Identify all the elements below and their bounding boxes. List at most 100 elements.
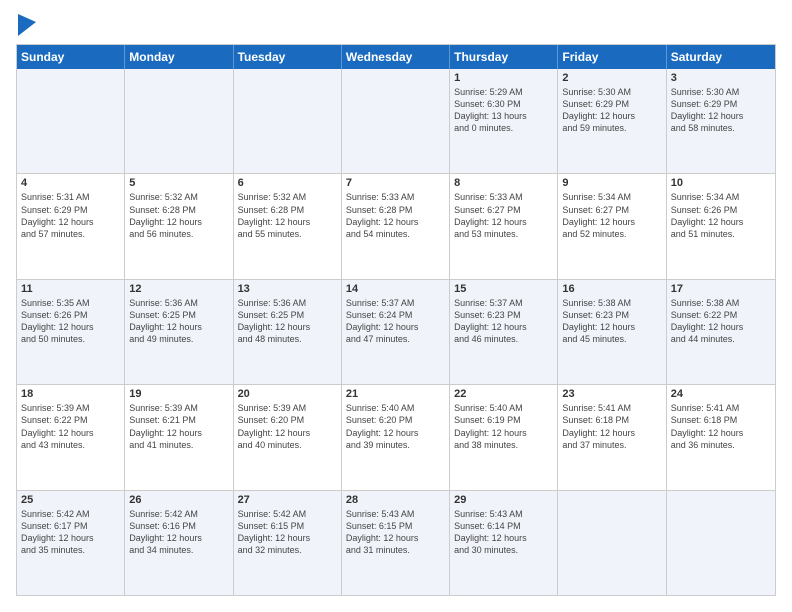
calendar-row-3: 18Sunrise: 5:39 AM Sunset: 6:22 PM Dayli… — [17, 385, 775, 490]
cell-date: 6 — [238, 177, 337, 189]
cell-info: Sunrise: 5:37 AM Sunset: 6:23 PM Dayligh… — [454, 297, 553, 346]
cell-info: Sunrise: 5:38 AM Sunset: 6:23 PM Dayligh… — [562, 297, 661, 346]
calendar-cell: 2 Sunrise: 5:30 AM Sunset: 6:29 PM Daylig… — [558, 69, 666, 173]
cell-date: 15 — [454, 283, 553, 295]
cell-info: Sunrise: 5:35 AM Sunset: 6:26 PM Dayligh… — [21, 297, 120, 346]
cell-date: 21 — [346, 388, 445, 400]
cell-info: Sunrise: 5:39 AM Sunset: 6:21 PM Dayligh… — [129, 402, 228, 451]
cell-date: 27 — [238, 494, 337, 506]
cell-info: Sunrise: 5:29 AM Sunset: 6:30 PM Dayligh… — [454, 86, 553, 135]
logo-icon — [18, 14, 36, 36]
cell-info: Sunrise: 5:30 AM Sunset: 6:29 PM Dayligh… — [671, 86, 771, 135]
calendar-cell: 14 Sunrise: 5:37 AM Sunset: 6:24 PM Dayli… — [342, 280, 450, 384]
cell-info: Sunrise: 5:42 AM Sunset: 6:16 PM Dayligh… — [129, 508, 228, 557]
calendar-cell — [125, 69, 233, 173]
header-day-friday: Friday — [558, 45, 666, 69]
calendar-cell: 15 Sunrise: 5:37 AM Sunset: 6:23 PM Dayli… — [450, 280, 558, 384]
calendar-cell: 8 Sunrise: 5:33 AM Sunset: 6:27 PM Daylig… — [450, 174, 558, 278]
cell-date: 12 — [129, 283, 228, 295]
calendar-cell: 13 Sunrise: 5:36 AM Sunset: 6:25 PM Dayli… — [234, 280, 342, 384]
logo — [16, 16, 36, 36]
cell-info: Sunrise: 5:34 AM Sunset: 6:27 PM Dayligh… — [562, 191, 661, 240]
calendar-cell: 22Sunrise: 5:40 AM Sunset: 6:19 PM Dayli… — [450, 385, 558, 489]
calendar-row-4: 25Sunrise: 5:42 AM Sunset: 6:17 PM Dayli… — [17, 491, 775, 595]
cell-date: 28 — [346, 494, 445, 506]
cell-info: Sunrise: 5:34 AM Sunset: 6:26 PM Dayligh… — [671, 191, 771, 240]
cell-date: 13 — [238, 283, 337, 295]
cell-date: 16 — [562, 283, 661, 295]
calendar: SundayMondayTuesdayWednesdayThursdayFrid… — [16, 44, 776, 596]
calendar-cell: 11 Sunrise: 5:35 AM Sunset: 6:26 PM Dayli… — [17, 280, 125, 384]
calendar-cell — [17, 69, 125, 173]
header-day-saturday: Saturday — [667, 45, 775, 69]
header-day-sunday: Sunday — [17, 45, 125, 69]
cell-date: 3 — [671, 72, 771, 84]
cell-info: Sunrise: 5:36 AM Sunset: 6:25 PM Dayligh… — [129, 297, 228, 346]
calendar-row-0: 1 Sunrise: 5:29 AM Sunset: 6:30 PM Daylig… — [17, 69, 775, 174]
calendar-row-2: 11 Sunrise: 5:35 AM Sunset: 6:26 PM Dayli… — [17, 280, 775, 385]
cell-info: Sunrise: 5:40 AM Sunset: 6:19 PM Dayligh… — [454, 402, 553, 451]
cell-date: 7 — [346, 177, 445, 189]
cell-date: 19 — [129, 388, 228, 400]
cell-date: 24 — [671, 388, 771, 400]
cell-date: 11 — [21, 283, 120, 295]
calendar-cell: 23 Sunrise: 5:41 AM Sunset: 6:18 PM Dayli… — [558, 385, 666, 489]
calendar-cell — [342, 69, 450, 173]
cell-info: Sunrise: 5:33 AM Sunset: 6:27 PM Dayligh… — [454, 191, 553, 240]
cell-date: 14 — [346, 283, 445, 295]
cell-info: Sunrise: 5:43 AM Sunset: 6:14 PM Dayligh… — [454, 508, 553, 557]
logo-text — [16, 16, 36, 36]
header-day-monday: Monday — [125, 45, 233, 69]
calendar-cell: 25Sunrise: 5:42 AM Sunset: 6:17 PM Dayli… — [17, 491, 125, 595]
header-day-wednesday: Wednesday — [342, 45, 450, 69]
calendar-cell: 29Sunrise: 5:43 AM Sunset: 6:14 PM Dayli… — [450, 491, 558, 595]
cell-date: 9 — [562, 177, 661, 189]
calendar-cell: 10Sunrise: 5:34 AM Sunset: 6:26 PM Dayli… — [667, 174, 775, 278]
calendar-cell: 18Sunrise: 5:39 AM Sunset: 6:22 PM Dayli… — [17, 385, 125, 489]
cell-info: Sunrise: 5:39 AM Sunset: 6:20 PM Dayligh… — [238, 402, 337, 451]
cell-info: Sunrise: 5:39 AM Sunset: 6:22 PM Dayligh… — [21, 402, 120, 451]
cell-info: Sunrise: 5:41 AM Sunset: 6:18 PM Dayligh… — [562, 402, 661, 451]
cell-info: Sunrise: 5:40 AM Sunset: 6:20 PM Dayligh… — [346, 402, 445, 451]
calendar-cell: 16 Sunrise: 5:38 AM Sunset: 6:23 PM Dayli… — [558, 280, 666, 384]
calendar-cell: 24 Sunrise: 5:41 AM Sunset: 6:18 PM Dayli… — [667, 385, 775, 489]
cell-date: 17 — [671, 283, 771, 295]
page: SundayMondayTuesdayWednesdayThursdayFrid… — [0, 0, 792, 612]
cell-info: Sunrise: 5:43 AM Sunset: 6:15 PM Dayligh… — [346, 508, 445, 557]
calendar-row-1: 4Sunrise: 5:31 AM Sunset: 6:29 PM Daylig… — [17, 174, 775, 279]
cell-date: 4 — [21, 177, 120, 189]
calendar-cell: 7 Sunrise: 5:33 AM Sunset: 6:28 PM Daylig… — [342, 174, 450, 278]
cell-info: Sunrise: 5:41 AM Sunset: 6:18 PM Dayligh… — [671, 402, 771, 451]
calendar-cell — [667, 491, 775, 595]
cell-date: 2 — [562, 72, 661, 84]
calendar-cell: 28 Sunrise: 5:43 AM Sunset: 6:15 PM Dayli… — [342, 491, 450, 595]
cell-info: Sunrise: 5:36 AM Sunset: 6:25 PM Dayligh… — [238, 297, 337, 346]
cell-info: Sunrise: 5:33 AM Sunset: 6:28 PM Dayligh… — [346, 191, 445, 240]
cell-info: Sunrise: 5:30 AM Sunset: 6:29 PM Dayligh… — [562, 86, 661, 135]
calendar-cell: 21 Sunrise: 5:40 AM Sunset: 6:20 PM Dayli… — [342, 385, 450, 489]
calendar-header: SundayMondayTuesdayWednesdayThursdayFrid… — [17, 45, 775, 69]
calendar-cell: 17 Sunrise: 5:38 AM Sunset: 6:22 PM Dayli… — [667, 280, 775, 384]
cell-date: 25 — [21, 494, 120, 506]
cell-date: 1 — [454, 72, 553, 84]
calendar-cell: 19 Sunrise: 5:39 AM Sunset: 6:21 PM Dayli… — [125, 385, 233, 489]
cell-date: 23 — [562, 388, 661, 400]
header-day-thursday: Thursday — [450, 45, 558, 69]
cell-info: Sunrise: 5:32 AM Sunset: 6:28 PM Dayligh… — [129, 191, 228, 240]
calendar-cell: 6Sunrise: 5:32 AM Sunset: 6:28 PM Daylig… — [234, 174, 342, 278]
cell-date: 20 — [238, 388, 337, 400]
calendar-cell — [558, 491, 666, 595]
calendar-cell: 12 Sunrise: 5:36 AM Sunset: 6:25 PM Dayli… — [125, 280, 233, 384]
calendar-cell: 1 Sunrise: 5:29 AM Sunset: 6:30 PM Daylig… — [450, 69, 558, 173]
header-day-tuesday: Tuesday — [234, 45, 342, 69]
cell-info: Sunrise: 5:37 AM Sunset: 6:24 PM Dayligh… — [346, 297, 445, 346]
calendar-cell: 26Sunrise: 5:42 AM Sunset: 6:16 PM Dayli… — [125, 491, 233, 595]
cell-date: 5 — [129, 177, 228, 189]
calendar-body: 1 Sunrise: 5:29 AM Sunset: 6:30 PM Daylig… — [17, 69, 775, 595]
cell-info: Sunrise: 5:38 AM Sunset: 6:22 PM Dayligh… — [671, 297, 771, 346]
calendar-cell — [234, 69, 342, 173]
calendar-cell: 20 Sunrise: 5:39 AM Sunset: 6:20 PM Dayli… — [234, 385, 342, 489]
header — [16, 16, 776, 36]
cell-date: 8 — [454, 177, 553, 189]
calendar-cell: 27Sunrise: 5:42 AM Sunset: 6:15 PM Dayli… — [234, 491, 342, 595]
